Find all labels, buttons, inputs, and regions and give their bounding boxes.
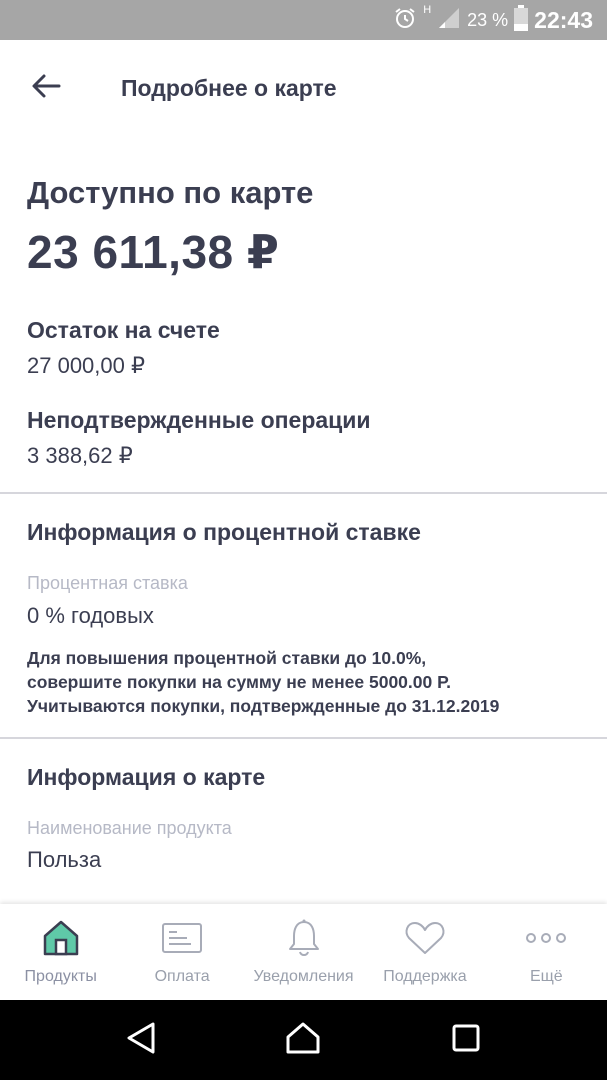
heart-icon: [403, 916, 447, 960]
divider: [0, 492, 607, 494]
interest-rate-label: Процентная ставка: [27, 573, 188, 593]
signal-icon: [437, 6, 461, 35]
nav-label: Оплата: [154, 968, 210, 985]
square-recents-icon: [451, 1023, 481, 1058]
status-bar: H 23 % 22:43: [0, 0, 607, 40]
network-type: H: [423, 4, 432, 16]
nav-item-more[interactable]: Ещё: [486, 904, 607, 1000]
nav-label: Продукты: [24, 968, 97, 985]
nav-item-support[interactable]: Поддержка: [364, 904, 485, 1000]
interest-note-line: совершите покупки на сумму не менее 5000…: [27, 672, 452, 692]
status-bar-right: H 23 % 22:43: [393, 0, 593, 40]
account-balance-value: 27 000,00 ₽: [27, 353, 145, 378]
system-back-button[interactable]: [111, 1010, 171, 1070]
system-navigation-bar: [0, 1000, 607, 1080]
pending-operations-value: 3 388,62 ₽: [27, 443, 133, 468]
page-title: Подробнее о карте: [121, 75, 337, 101]
app-header: Подробнее о карте: [0, 40, 607, 136]
interest-note: Для повышения процентной ставки до 10.0%…: [27, 646, 587, 718]
back-button[interactable]: [26, 70, 66, 106]
product-name-label: Наименование продукта: [27, 818, 232, 838]
account-balance-label: Остаток на счете: [27, 317, 220, 343]
more-dots-icon: [524, 916, 568, 960]
nav-label: Уведомления: [253, 968, 354, 985]
interest-note-line: Для повышения процентной ставки до 10.0%…: [27, 648, 427, 668]
clock: 22:43: [534, 6, 593, 33]
system-recents-button[interactable]: [436, 1010, 496, 1070]
pending-operations-label: Неподтвержденные операции: [27, 407, 371, 433]
nav-item-notifications[interactable]: Уведомления: [243, 904, 364, 1000]
card-info-section-title: Информация о карте: [27, 764, 266, 790]
alarm-icon: [393, 6, 417, 35]
interest-note-line: Учитываются покупки, подтвержденные до 3…: [27, 696, 500, 716]
nav-item-payment[interactable]: Оплата: [121, 904, 242, 1000]
home-icon: [39, 916, 83, 960]
bell-icon: [282, 916, 326, 960]
interest-rate-value: 0 % годовых: [27, 603, 154, 628]
nav-item-products[interactable]: Продукты: [0, 904, 121, 1000]
available-label: Доступно по карте: [27, 175, 314, 210]
battery-percent: 23 %: [467, 9, 509, 30]
product-name-value: Польза: [27, 847, 102, 872]
system-home-button[interactable]: [273, 1010, 333, 1070]
triangle-back-icon: [125, 1021, 157, 1060]
bottom-navigation: Продукты Оплата Уведомления Поддержка Ещ…: [0, 904, 607, 1000]
nav-label: Поддержка: [383, 968, 467, 985]
card-icon: [160, 916, 204, 960]
battery-icon: [514, 4, 529, 36]
home-outline-icon: [285, 1021, 321, 1060]
nav-label: Ещё: [529, 968, 563, 985]
interest-section-title: Информация о процентной ставке: [27, 519, 421, 545]
divider: [0, 737, 607, 739]
arrow-left-icon: [31, 73, 61, 104]
available-amount: 23 611,38 ₽: [27, 226, 280, 278]
